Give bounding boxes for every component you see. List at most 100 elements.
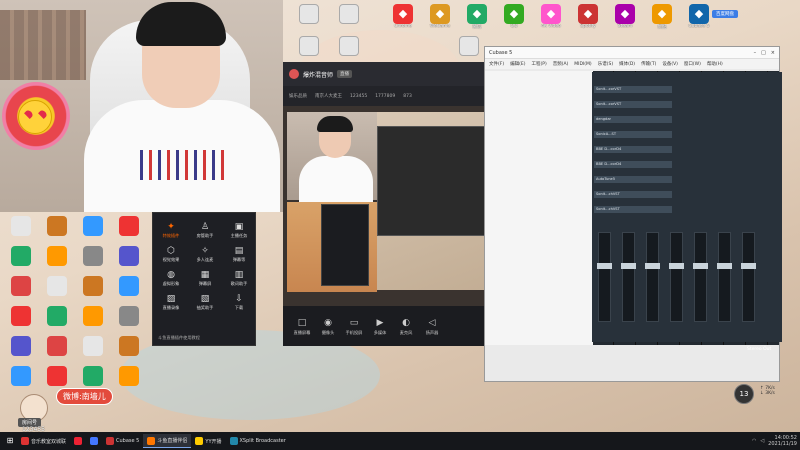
rack-insert-row[interactable]: Sonit...chVST <box>594 191 672 198</box>
taskbar-app[interactable]: XSplit Broadcaster <box>226 434 290 448</box>
cubase-menu-item[interactable]: 工程(P) <box>531 61 546 67</box>
desktop-icon[interactable]: ◆ Steam <box>608 4 642 29</box>
desktop-icon[interactable] <box>40 366 74 386</box>
taskbar-app[interactable]: 音乐教室双城联 <box>17 434 70 448</box>
rack-insert-row[interactable]: Sonit...corVST <box>594 86 672 93</box>
desktop-icon[interactable] <box>112 306 146 326</box>
desktop-icon[interactable] <box>40 276 74 296</box>
desktop-icon[interactable] <box>452 36 486 56</box>
taskbar-app[interactable]: Cubase 5 <box>102 434 143 448</box>
desktop-icon[interactable] <box>76 336 110 356</box>
rack-insert-row[interactable]: Sonit...corVST <box>594 101 672 108</box>
desktop-icon[interactable] <box>112 366 146 386</box>
desktop-icon[interactable] <box>40 246 74 266</box>
tool-item[interactable]: ⇩ 下载 <box>222 293 256 311</box>
cubase-menu-item[interactable]: 帮助(H) <box>707 61 723 67</box>
tool-item[interactable]: ▤ 弹幕等 <box>222 245 256 263</box>
desktop-icon[interactable] <box>292 36 326 56</box>
close-icon[interactable]: × <box>771 50 775 56</box>
anchor-avatar[interactable] <box>289 69 299 79</box>
live-room-title[interactable]: 爆炸混音师 <box>303 70 333 79</box>
rack-fader[interactable] <box>597 232 612 322</box>
rack-fader[interactable] <box>717 232 732 322</box>
desktop-icon[interactable]: ◆ QQ <box>497 4 531 29</box>
rack-insert-row[interactable]: Sonit...chVST <box>594 206 672 213</box>
desktop-icon[interactable] <box>76 246 110 266</box>
desktop-icon[interactable] <box>40 216 74 236</box>
floating-circle-button[interactable]: 13 <box>734 384 754 404</box>
taskbar-app[interactable]: 斗鱼直播伴侣 <box>143 434 192 448</box>
tool-item[interactable]: ✦ 特效插件 <box>154 221 188 239</box>
rack-fader[interactable] <box>645 232 660 322</box>
rack-insert-row[interactable]: BBE D...corD4 <box>594 146 672 153</box>
tool-item[interactable]: ⬡ 视觉效果 <box>154 245 188 263</box>
desktop-icon[interactable] <box>76 366 110 386</box>
rack-fader[interactable] <box>621 232 636 322</box>
taskbar-app[interactable] <box>86 434 102 448</box>
desktop-icon[interactable] <box>4 216 38 236</box>
maximize-icon[interactable]: □ <box>761 50 766 56</box>
rack-insert-row[interactable]: SonicA...ST <box>594 131 672 138</box>
taskbar-app[interactable] <box>70 434 86 448</box>
desktop-icon[interactable] <box>76 216 110 236</box>
cubase-menu-item[interactable]: 文件(F) <box>489 61 504 67</box>
cubase-menu-item[interactable]: 乐谱(S) <box>598 61 613 67</box>
desktop-icon[interactable]: ◆ 4K Video <box>534 4 568 29</box>
desktop-icon[interactable]: ◆ WeGame <box>423 4 457 29</box>
minimize-icon[interactable]: – <box>754 50 757 56</box>
popup-tutorial-link[interactable]: 斗鱼直播插件使用教程 <box>158 335 200 341</box>
cubase-menu-item[interactable]: MIDI(M) <box>574 62 591 67</box>
tool-item[interactable]: ▣ 主播任务 <box>222 221 256 239</box>
desktop-icon[interactable] <box>4 336 38 356</box>
live-control-0[interactable]: □ 直播屏幕 <box>289 317 315 336</box>
tool-item[interactable]: ▥ 歌词助手 <box>222 269 256 287</box>
cubase-menu-item[interactable]: 音频(A) <box>553 61 569 67</box>
live-control-4[interactable]: ◐ 麦克风 <box>393 317 419 336</box>
desktop-icon[interactable] <box>4 276 38 296</box>
live-control-3[interactable]: ▶ 多媒体 <box>367 317 393 336</box>
live-control-2[interactable]: ▭ 手机投屏 <box>341 317 367 336</box>
volume-icon[interactable]: ◁ <box>760 438 764 444</box>
rack-fader[interactable] <box>741 232 756 322</box>
wifi-icon[interactable]: ◠ <box>752 438 756 444</box>
desktop-icon[interactable] <box>40 336 74 356</box>
desktop-icon[interactable] <box>112 216 146 236</box>
cubase-menu-item[interactable]: 媒体(D) <box>619 61 635 67</box>
tool-item[interactable]: ✧ 多人连麦 <box>188 245 222 263</box>
rack-insert-row[interactable]: AutoTune5 <box>594 176 672 183</box>
desktop-icon[interactable] <box>76 306 110 326</box>
live-control-1[interactable]: ◉ 摄像头 <box>315 317 341 336</box>
desktop-icon[interactable] <box>292 4 326 24</box>
tool-item[interactable]: ▦ 弹幕屏 <box>188 269 222 287</box>
cubase-menu-item[interactable]: 编辑(E) <box>510 61 525 67</box>
tool-item[interactable]: ▨ 直播录像 <box>154 293 188 311</box>
tool-item[interactable]: ♙ 房管助手 <box>188 221 222 239</box>
info-category[interactable]: 娱乐品质 <box>289 93 307 99</box>
desktop-icon[interactable] <box>112 336 146 356</box>
desktop-icon[interactable] <box>40 306 74 326</box>
desktop-icon[interactable]: ◆ Spotify <box>571 4 605 29</box>
tool-item[interactable]: ▧ 抽奖助手 <box>188 293 222 311</box>
desktop-icon[interactable]: ◆ Chrome <box>386 4 420 29</box>
desktop-icon[interactable] <box>112 276 146 296</box>
desktop-icon[interactable] <box>76 276 110 296</box>
cubase-menu-item[interactable]: 传输(T) <box>641 61 656 67</box>
desktop-icon[interactable]: ◆ Cubase 5 <box>682 4 716 29</box>
cubase-menu-item[interactable]: 窗口(W) <box>684 61 701 67</box>
rack-insert-row[interactable]: dengdar <box>594 116 672 123</box>
desktop-icon[interactable] <box>4 306 38 326</box>
tool-item[interactable]: ◍ 虚拟形象 <box>154 269 188 287</box>
desktop-icon[interactable] <box>112 246 146 266</box>
rack-fader[interactable] <box>693 232 708 322</box>
desktop-icon[interactable] <box>332 4 366 24</box>
desktop-icon[interactable] <box>4 246 38 266</box>
windows-start-icon[interactable]: ⊞ <box>3 434 17 448</box>
desktop-icon[interactable]: ◆ 优酷 <box>645 4 679 30</box>
desktop-icon[interactable]: ◆ 微信 <box>460 4 494 30</box>
live-control-5[interactable]: ◁ 扬声器 <box>419 317 445 336</box>
clock[interactable]: 14:00:52 2021/11/19 <box>768 435 797 447</box>
desktop-icon[interactable] <box>4 366 38 386</box>
rack-insert-row[interactable]: BBE D...corD4 <box>594 161 672 168</box>
rack-fader[interactable] <box>669 232 684 322</box>
cubase-menu-item[interactable]: 设备(V) <box>662 61 678 67</box>
